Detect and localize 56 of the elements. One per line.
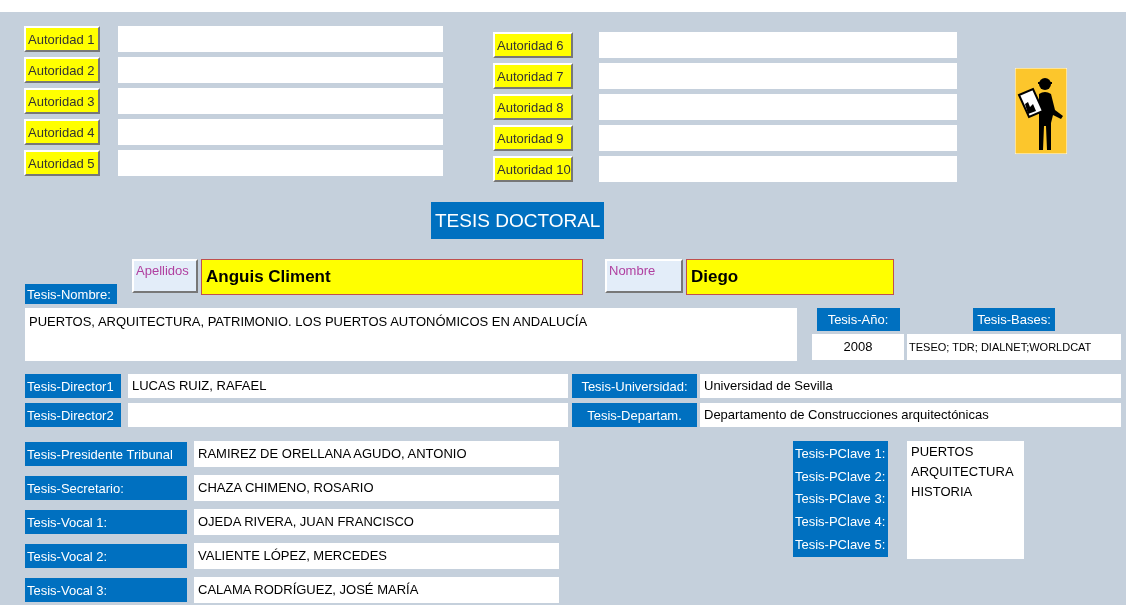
field-label: Tesis-Director1 [25,374,121,398]
authority-button[interactable]: Autoridad 5 [24,150,100,176]
field-label: Tesis-Año: [816,308,900,331]
databases-field[interactable]: TESEO; TDR; DIALNET;WORLDCAT [907,334,1121,360]
authority-field[interactable] [599,125,957,151]
surname-button[interactable]: Apellidos [132,259,198,293]
institution-field[interactable]: Departamento de Construcciones arquitectónicas [700,403,1121,427]
director-field[interactable]: LUCAS RUIZ, RAFAEL [128,374,568,398]
authority-field[interactable] [599,94,957,120]
field-label: Tesis-Vocal 3: [25,578,187,602]
authority-field[interactable] [118,57,443,83]
thesis-title-field[interactable]: PUERTOS, ARQUITECTURA, PATRIMONIO. LOS PUERTOS AUTONÓMICOS EN ANDALUCÍA [25,308,797,361]
authority-button[interactable]: Autoridad 10 [493,156,573,182]
tribunal-member-field[interactable]: VALIENTE LÓPEZ, MERCEDES [194,543,559,569]
tribunal-member-field[interactable]: OJEDA RIVERA, JUAN FRANCISCO [194,509,559,535]
authority-button[interactable]: Autoridad 2 [24,57,100,83]
keyword-label: Tesis-PClave 3: [794,492,887,506]
authority-button[interactable]: Autoridad 3 [24,88,100,114]
field-label: Tesis-Presidente Tribunal [25,442,187,466]
keyword-label: Tesis-PClave 1: [794,446,887,460]
field-label: Tesis-Universidad: [572,374,697,398]
authority-button[interactable]: Autoridad 1 [24,26,100,52]
authority-button[interactable]: Autoridad 7 [493,63,573,89]
keyword-label: Tesis-PClave 5: [794,538,887,552]
authority-field[interactable] [118,26,443,52]
field-label: Tesis-Departam. [572,403,697,427]
tribunal-member-field[interactable]: CALAMA RODRÍGUEZ, JOSÉ MARÍA [194,577,559,603]
field-label: Tesis-Director2 [25,403,121,427]
keyword-label: Tesis-PClave 2: [794,469,887,483]
keywords-field[interactable]: PUERTOS ARQUITECTURA HISTORIA [907,441,1024,559]
authority-field[interactable] [118,119,443,145]
field-label: Tesis-Secretario: [25,476,187,500]
tribunal-member-field[interactable]: CHAZA CHIMENO, ROSARIO [194,475,559,501]
field-label: Tesis-Nombre: [25,284,117,304]
field-label: Tesis-Vocal 2: [25,544,187,568]
authority-field[interactable] [118,150,443,176]
form-title: TESIS DOCTORAL [431,202,605,239]
surname-field[interactable]: Anguis Climent [201,259,583,295]
keyword-label: Tesis-PClave 4: [794,515,887,529]
first-name-button[interactable]: Nombre [605,259,683,293]
director-field[interactable] [128,403,568,427]
authority-field[interactable] [599,32,957,58]
authority-field[interactable] [599,156,957,182]
worker-with-plan-icon [1015,68,1067,154]
authority-field[interactable] [118,88,443,114]
authority-button[interactable]: Autoridad 9 [493,125,573,151]
first-name-field[interactable]: Diego [686,259,894,295]
field-label: Tesis-Bases: [973,308,1055,331]
field-label: Tesis-Vocal 1: [25,510,187,534]
authority-button[interactable]: Autoridad 8 [493,94,573,120]
authority-button[interactable]: Autoridad 6 [493,32,573,58]
authority-field[interactable] [599,63,957,89]
tribunal-member-field[interactable]: RAMIREZ DE ORELLANA AGUDO, ANTONIO [194,441,559,467]
institution-field[interactable]: Universidad de Sevilla [700,374,1121,398]
year-field[interactable]: 2008 [812,334,904,360]
authority-button[interactable]: Autoridad 4 [24,119,100,145]
